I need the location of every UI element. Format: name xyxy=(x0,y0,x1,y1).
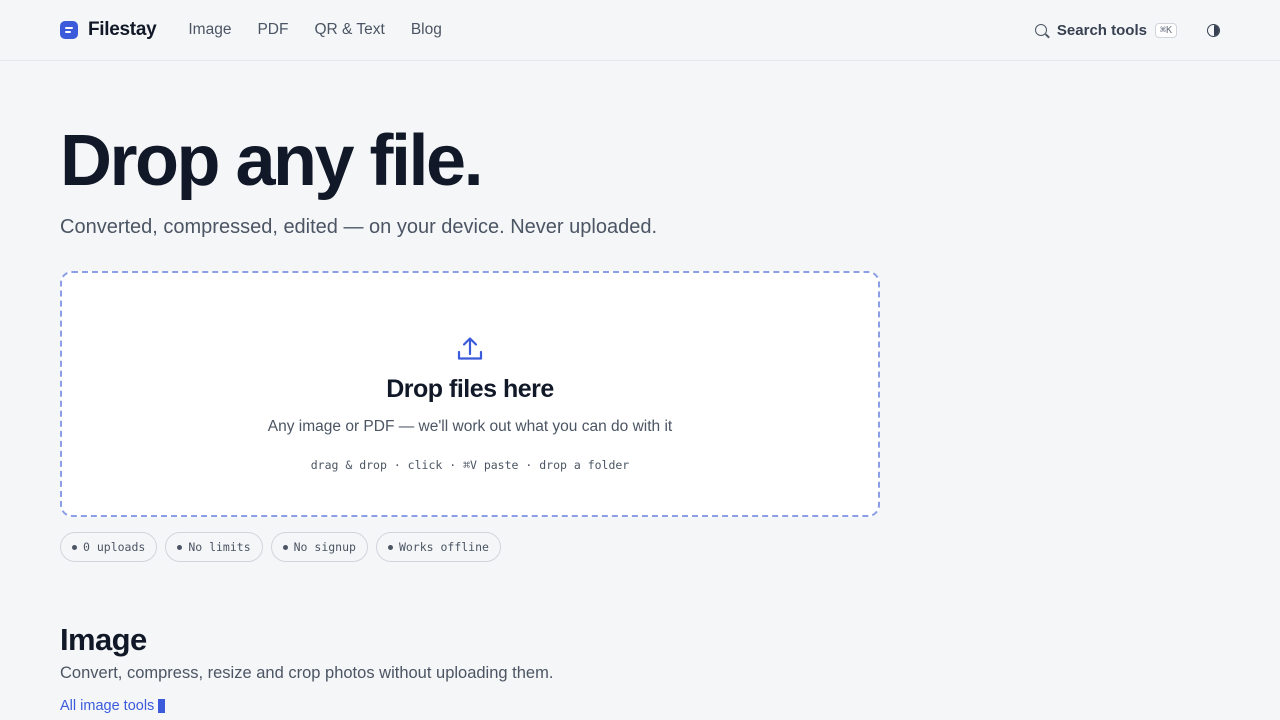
nav-link-pdf[interactable]: PDF xyxy=(257,21,288,39)
filestay-logo-icon xyxy=(60,21,78,39)
dropzone-subtitle: Any image or PDF — we'll work out what y… xyxy=(267,418,673,435)
arrow-right-icon xyxy=(158,699,166,713)
main-nav: Image PDF QR & Text Blog xyxy=(188,21,441,39)
dropzone-title: Drop files here xyxy=(386,375,554,403)
image-section-title: Image xyxy=(60,622,147,657)
chip-label: No limits xyxy=(188,540,251,554)
nav-link-blog[interactable]: Blog xyxy=(411,21,442,39)
nav-link-qr-text[interactable]: QR & Text xyxy=(314,21,384,39)
search-tools-label: Search tools xyxy=(1056,21,1147,39)
bullet-dot-icon xyxy=(387,544,393,550)
bullet-dot-icon xyxy=(72,544,77,550)
hero-title: Drop any file. xyxy=(60,121,484,201)
dropzone-hint: drag & drop · click · ⌘V paste · drop a … xyxy=(310,458,630,472)
search-shortcut-badge: ⌘K xyxy=(1154,22,1177,38)
brand-logo[interactable]: Filestay xyxy=(60,19,157,41)
hero-subtitle: Converted, compressed, edited — on your … xyxy=(60,216,658,238)
nav-link-image[interactable]: Image xyxy=(188,21,231,39)
search-tools-button[interactable]: Search tools ⌘K xyxy=(1034,21,1177,39)
chip-label: 0 uploads xyxy=(83,540,146,554)
chip-works-offline: Works offline xyxy=(375,532,501,562)
image-section-subtitle: Convert, compress, resize and crop photo… xyxy=(60,664,554,682)
chip-label: No signup xyxy=(293,540,356,554)
search-icon xyxy=(1034,24,1047,36)
top-navigation-bar: Filestay Image PDF QR & Text Blog Search… xyxy=(0,0,1280,61)
bullet-dot-icon xyxy=(282,544,288,550)
chip-label: Works offline xyxy=(398,540,489,554)
theme-toggle-icon[interactable] xyxy=(1207,23,1220,37)
file-dropzone[interactable]: Drop files here Any image or PDF — we'll… xyxy=(60,271,880,517)
feature-chips: 0 uploads No limits No signup Works offl… xyxy=(60,532,501,562)
chip-no-signup: No signup xyxy=(270,532,368,562)
bullet-dot-icon xyxy=(177,544,183,550)
all-image-tools-label: All image tools xyxy=(60,698,155,714)
header-actions: Search tools ⌘K xyxy=(1034,21,1220,39)
upload-icon xyxy=(457,337,483,360)
brand-name: Filestay xyxy=(88,19,157,40)
chip-uploads: 0 uploads xyxy=(60,532,158,562)
chip-no-limits: No limits xyxy=(165,532,263,562)
all-image-tools-link[interactable]: All image tools xyxy=(60,698,166,714)
